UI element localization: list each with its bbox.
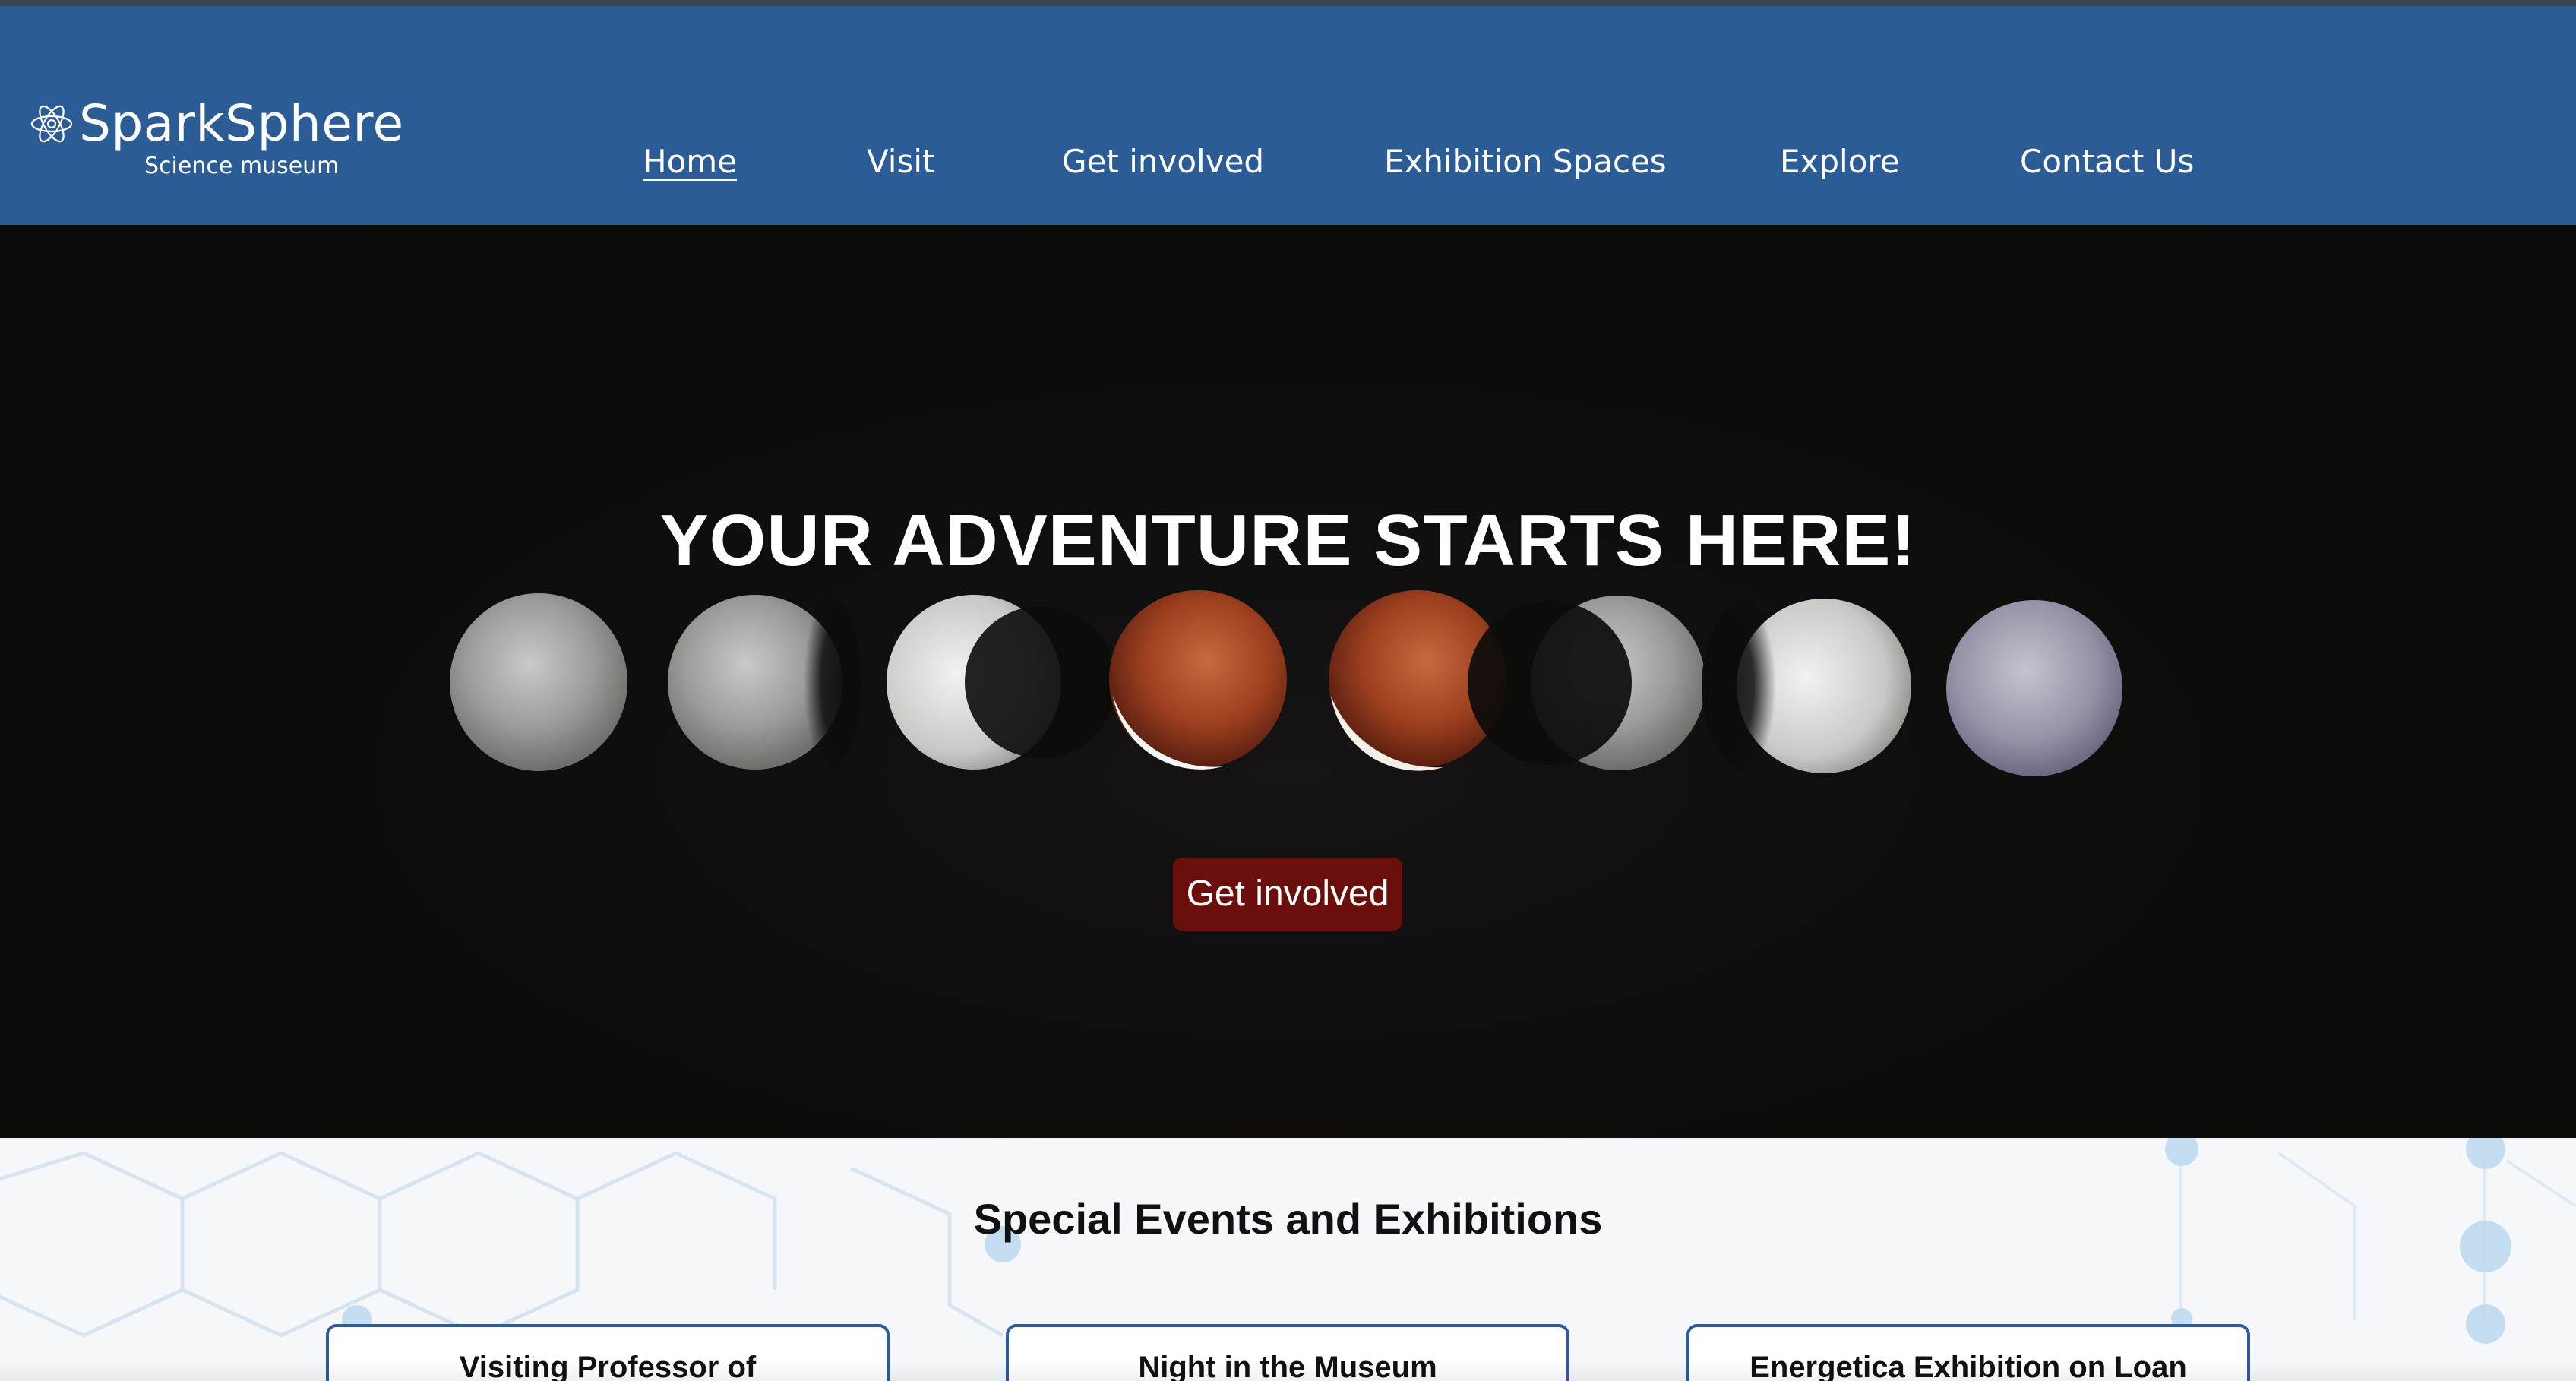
nav-item-visit[interactable]: Visit bbox=[867, 135, 935, 188]
hero-title: YOUR ADVENTURE STARTS HERE! bbox=[659, 500, 1917, 581]
nav-item-exhibition-spaces[interactable]: Exhibition Spaces bbox=[1384, 135, 1667, 188]
lunar-eclipse-image bbox=[450, 590, 2122, 776]
nav-item-home[interactable]: Home bbox=[643, 135, 737, 188]
browser-top-border bbox=[0, 0, 2576, 6]
get-involved-button[interactable]: Get involved bbox=[1173, 858, 1402, 931]
nav-item-explore[interactable]: Explore bbox=[1780, 135, 1900, 188]
main-nav: Home Visit Get involved Exhibition Space… bbox=[0, 135, 2576, 188]
nav-item-contact-us[interactable]: Contact Us bbox=[2020, 135, 2194, 188]
site-header: SparkSphere Science museum Home Visit Ge… bbox=[0, 6, 2576, 225]
nav-item-get-involved[interactable]: Get involved bbox=[1062, 135, 1264, 188]
hero-banner: YOUR ADVENTURE STARTS HERE! Get involved bbox=[0, 225, 2576, 1138]
events-section: Special Events and Exhibitions Visiting … bbox=[0, 1138, 2576, 1381]
events-title: Special Events and Exhibitions bbox=[973, 1195, 1603, 1243]
viewport-edge-shadow bbox=[0, 1360, 2576, 1381]
